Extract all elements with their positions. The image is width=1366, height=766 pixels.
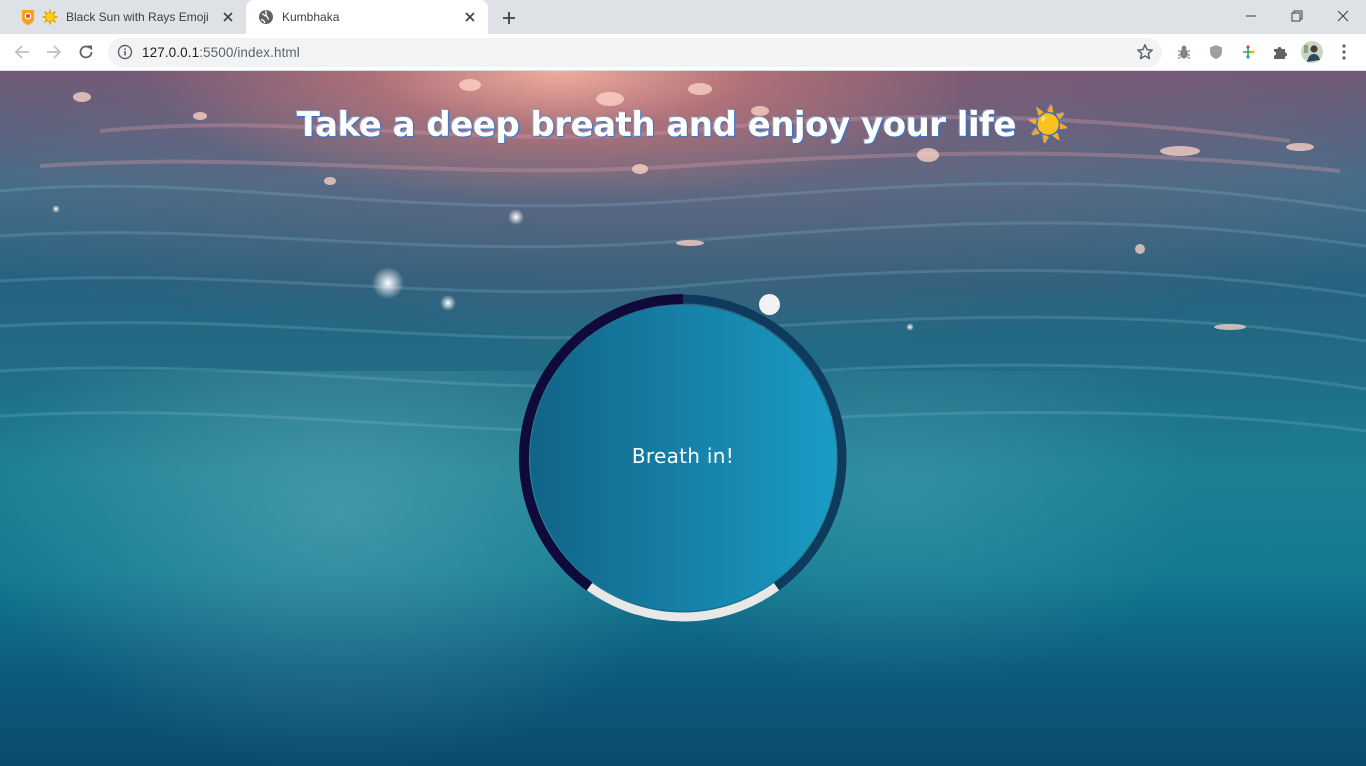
emojipedia-icon bbox=[20, 9, 36, 25]
breath-status: Breath in! bbox=[631, 444, 735, 468]
tab-strip: Black Sun with Rays Emoji Kumbhaka bbox=[0, 0, 1366, 34]
page-headline: Take a deep breath and enjoy your life ☀… bbox=[296, 105, 1070, 145]
new-tab-button[interactable] bbox=[497, 6, 521, 30]
close-window-button[interactable] bbox=[1320, 0, 1366, 32]
tab-black-sun[interactable]: Black Sun with Rays Emoji bbox=[8, 0, 246, 34]
url-text[interactable]: 127.0.0.1:5500/index.html bbox=[142, 45, 300, 60]
breath-pointer bbox=[759, 294, 780, 315]
menu-kebab-icon[interactable] bbox=[1334, 42, 1354, 62]
back-button[interactable] bbox=[8, 38, 36, 66]
shield-extension-icon[interactable] bbox=[1206, 42, 1226, 62]
page-viewport: Take a deep breath and enjoy your life ☀… bbox=[0, 71, 1366, 766]
browser-toolbar: 127.0.0.1:5500/index.html bbox=[0, 34, 1366, 71]
restore-button[interactable] bbox=[1274, 0, 1320, 32]
color-extension-icon[interactable] bbox=[1238, 42, 1258, 62]
address-bar[interactable]: 127.0.0.1:5500/index.html bbox=[108, 38, 1162, 67]
avatar[interactable] bbox=[1301, 41, 1323, 63]
url-path: :5500/index.html bbox=[199, 45, 300, 60]
breathing-circle: Breath in! bbox=[519, 294, 847, 622]
forward-button[interactable] bbox=[40, 38, 68, 66]
url-host: 127.0.0.1 bbox=[142, 45, 200, 60]
extensions-puzzle-icon[interactable] bbox=[1270, 42, 1290, 62]
globe-icon bbox=[258, 9, 274, 25]
bug-extension-icon[interactable] bbox=[1174, 42, 1194, 62]
close-icon[interactable] bbox=[460, 7, 480, 27]
tab-title: Black Sun with Rays Emoji bbox=[66, 10, 209, 24]
minimize-button[interactable] bbox=[1228, 0, 1274, 32]
tab-title: Kumbhaka bbox=[282, 10, 340, 24]
info-icon[interactable] bbox=[117, 44, 133, 60]
sun-emoji-icon bbox=[42, 9, 58, 25]
close-icon[interactable] bbox=[218, 7, 238, 27]
reload-button[interactable] bbox=[72, 38, 100, 66]
tab-kumbhaka[interactable]: Kumbhaka bbox=[246, 0, 488, 34]
bookmark-star-icon[interactable] bbox=[1136, 43, 1154, 61]
